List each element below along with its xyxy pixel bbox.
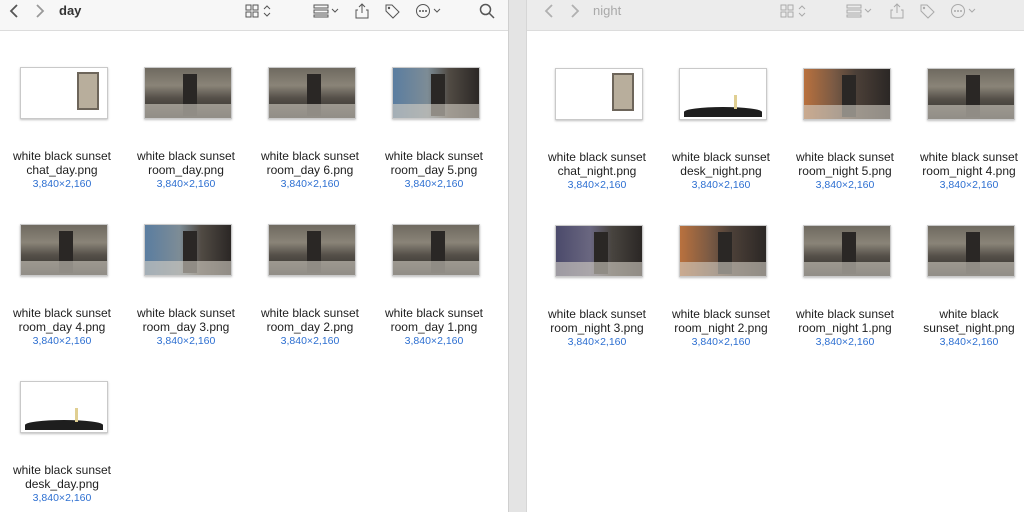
file-thumbnail — [803, 68, 891, 120]
file-thumbnail — [679, 225, 767, 277]
file-dimensions: 3,840×2,160 — [567, 336, 627, 348]
file-thumbnail — [20, 224, 108, 276]
chevron-right-icon[interactable] — [567, 0, 583, 22]
icon-grid-icon[interactable] — [244, 0, 274, 22]
window-title: day — [59, 3, 82, 18]
file-name: white black sunset chat_night.png — [547, 150, 647, 178]
chevron-left-icon[interactable] — [6, 0, 22, 22]
file-dimensions: 3,840×2,160 — [32, 178, 92, 190]
file-name: white black sunset room_day 3.png — [136, 306, 236, 334]
file-dimensions: 3,840×2,160 — [280, 335, 340, 347]
file-name: white black sunset room_day.png — [136, 149, 236, 177]
group-icon[interactable] — [312, 0, 342, 22]
file-thumbnail — [803, 225, 891, 277]
file-name: white black sunset_night.png — [923, 307, 1015, 335]
toolbar: day — [0, 0, 508, 31]
finder-window-day: day white black sunset chat_day.png 3,840… — [0, 0, 508, 512]
file-name: white black sunset room_night 4.png — [919, 150, 1019, 178]
file-thumbnail — [268, 224, 356, 276]
window-title: night — [593, 3, 622, 18]
file-thumbnail — [555, 225, 643, 277]
file-dimensions: 3,840×2,160 — [404, 178, 464, 190]
window-divider — [508, 0, 527, 512]
file-name: white black sunset room_day 1.png — [384, 306, 484, 334]
file-thumbnail — [927, 68, 1015, 120]
search-icon[interactable] — [478, 0, 496, 22]
file-name: white black sunset room_day 5.png — [384, 149, 484, 177]
file-dimensions: 3,840×2,160 — [691, 336, 751, 348]
chevron-left-icon[interactable] — [541, 0, 557, 22]
share-icon[interactable] — [354, 0, 370, 22]
file-name: white black sunset room_day 2.png — [260, 306, 360, 334]
file-thumbnail — [268, 67, 356, 119]
file-dimensions: 3,840×2,160 — [939, 336, 999, 348]
file-dimensions: 3,840×2,160 — [567, 179, 627, 191]
file-dimensions: 3,840×2,160 — [815, 179, 875, 191]
file-dimensions: 3,840×2,160 — [156, 335, 216, 347]
file-dimensions: 3,840×2,160 — [280, 178, 340, 190]
file-dimensions: 3,840×2,160 — [939, 179, 999, 191]
toolbar: night — [527, 0, 1024, 31]
file-thumbnail — [20, 67, 108, 119]
share-icon[interactable] — [889, 0, 905, 22]
file-name: white black sunset room_day 6.png — [260, 149, 360, 177]
file-name: white black sunset desk_day.png — [12, 463, 112, 491]
file-name: white black sunset room_day 4.png — [12, 306, 112, 334]
more-icon[interactable] — [949, 0, 979, 22]
file-thumbnail — [144, 67, 232, 119]
more-icon[interactable] — [414, 0, 444, 22]
file-dimensions: 3,840×2,160 — [815, 336, 875, 348]
file-dimensions: 3,840×2,160 — [156, 178, 216, 190]
file-name: white black sunset room_night 5.png — [795, 150, 895, 178]
file-thumbnail — [927, 225, 1015, 277]
tag-icon[interactable] — [382, 0, 402, 22]
file-dimensions: 3,840×2,160 — [691, 179, 751, 191]
file-name: white black sunset chat_day.png — [12, 149, 112, 177]
file-name: white black sunset room_night 3.png — [547, 307, 647, 335]
file-thumbnail — [20, 381, 108, 433]
icon-grid-icon[interactable] — [779, 0, 809, 22]
file-thumbnail — [144, 224, 232, 276]
file-dimensions: 3,840×2,160 — [404, 335, 464, 347]
group-icon[interactable] — [845, 0, 875, 22]
file-dimensions: 3,840×2,160 — [32, 492, 92, 504]
file-name: white black sunset room_night 1.png — [795, 307, 895, 335]
chevron-right-icon[interactable] — [32, 0, 48, 22]
file-thumbnail — [555, 68, 643, 120]
file-thumbnail — [392, 67, 480, 119]
file-thumbnail — [392, 224, 480, 276]
tag-icon[interactable] — [917, 0, 937, 22]
file-name: white black sunset room_night 2.png — [671, 307, 771, 335]
file-thumbnail — [679, 68, 767, 120]
file-dimensions: 3,840×2,160 — [32, 335, 92, 347]
file-name: white black sunset desk_night.png — [671, 150, 771, 178]
finder-window-night: night white black sunset chat_night.png 3… — [527, 0, 1024, 512]
